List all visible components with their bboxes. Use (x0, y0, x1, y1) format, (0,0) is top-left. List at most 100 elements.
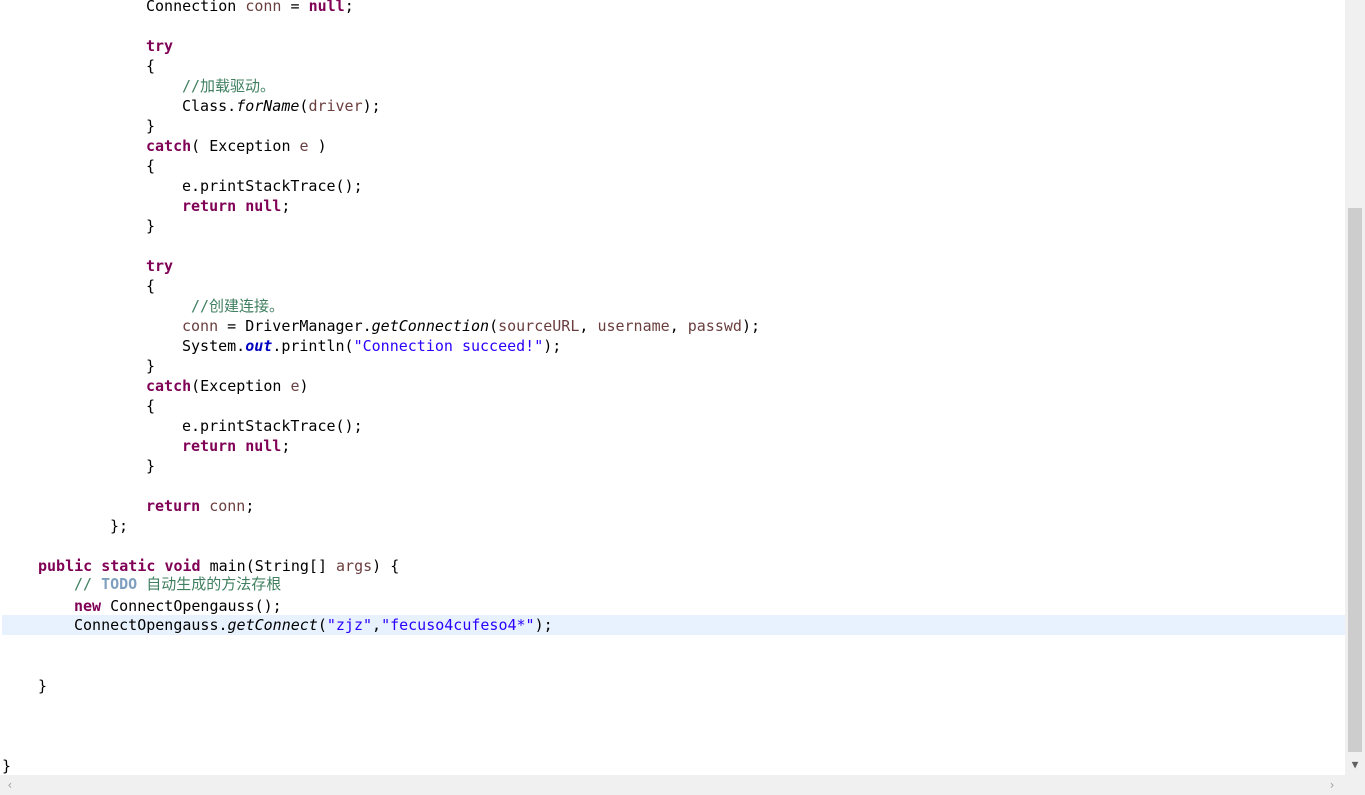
code-line: System.out.println("Connection succeed!"… (2, 336, 1345, 356)
code-token: ( (317, 616, 327, 634)
code-line: // TODO 自动生成的方法存根 (2, 574, 1345, 594)
code-line: } (2, 456, 1345, 476)
code-token: { (146, 157, 156, 175)
code-line: Connection conn = null; (2, 0, 1345, 16)
code-token: e (290, 377, 300, 395)
code-token: { (146, 397, 156, 415)
scrollbar-corner (1345, 775, 1365, 795)
code-token: args (336, 557, 373, 575)
code-token: catch (146, 137, 192, 155)
code-editor[interactable]: Connection conn = null; try { //加载驱动。 Cl… (0, 0, 1345, 775)
code-line: { (2, 276, 1345, 296)
code-token: e.printStackTrace(); (182, 177, 363, 195)
code-token: sourceURL (498, 317, 580, 335)
code-token: ; (344, 0, 354, 15)
code-token: ConnectOpengauss. (74, 616, 228, 634)
code-token: , (669, 317, 688, 335)
code-token: new (74, 597, 102, 615)
code-line: { (2, 396, 1345, 416)
code-token: .println( (272, 337, 354, 355)
code-token: ; (245, 497, 255, 515)
code-token: , (372, 616, 382, 634)
code-line: } (2, 116, 1345, 136)
code-token: main(String[] (200, 557, 337, 575)
code-token: } (146, 217, 156, 235)
code-token: conn (245, 0, 282, 15)
code-token: = (281, 0, 309, 15)
code-comment: //加载驱动。 (182, 77, 276, 95)
code-token: null (308, 0, 345, 15)
code-token: return (146, 497, 201, 515)
code-token: public (38, 557, 93, 575)
code-line: Class.forName(driver); (2, 96, 1345, 116)
code-token: ( (489, 317, 499, 335)
code-token: ); (741, 317, 760, 335)
code-token: ; (281, 437, 291, 455)
code-token: username (597, 317, 670, 335)
code-line: catch( Exception e ) (2, 136, 1345, 156)
code-line: //创建连接。 (2, 296, 1345, 316)
scroll-left-arrow-icon[interactable]: ‹ (0, 775, 20, 795)
code-token: }; (110, 517, 129, 535)
code-comment: 自动生成的方法存根 (137, 575, 282, 593)
scroll-down-arrow-icon[interactable]: ▼ (1345, 755, 1365, 773)
code-token: { (146, 57, 156, 75)
code-token: (Exception (191, 377, 291, 395)
code-token: driver (308, 97, 363, 115)
code-line: catch(Exception e) (2, 376, 1345, 396)
code-line: { (2, 156, 1345, 176)
current-line[interactable]: ConnectOpengauss.getConnect("zjz","fecus… (2, 615, 1345, 635)
code-string: "zjz" (326, 616, 373, 634)
code-line: } (2, 676, 1345, 696)
code-token: out (245, 337, 273, 355)
code-line: } (2, 756, 1345, 775)
code-token: getConnection (371, 317, 490, 335)
code-token: conn (182, 317, 219, 335)
code-token: { (146, 277, 156, 295)
vertical-scroll-thumb[interactable] (1348, 208, 1362, 752)
code-line: try (2, 36, 1345, 56)
code-token: System. (182, 337, 246, 355)
code-line: e.printStackTrace(); (2, 416, 1345, 436)
code-token: Class. (182, 97, 237, 115)
code-token: ; (281, 197, 291, 215)
code-token: conn (209, 497, 246, 515)
code-line: public static void main(String[] args) { (2, 556, 1345, 576)
code-token: null (245, 197, 282, 215)
code-token: ) { (372, 557, 400, 575)
code-token: = DriverManager. (218, 317, 372, 335)
code-token: void (164, 557, 201, 575)
code-line: return null; (2, 436, 1345, 456)
code-token: ( Exception (191, 137, 300, 155)
code-string: "fecuso4cufeso4*" (381, 616, 535, 634)
code-line: { (2, 56, 1345, 76)
code-token: return (182, 437, 237, 455)
code-line: } (2, 216, 1345, 236)
code-token: ) (299, 377, 309, 395)
scroll-right-arrow-icon[interactable]: › (1322, 775, 1342, 795)
code-token: ); (362, 97, 381, 115)
code-token: ); (543, 337, 562, 355)
code-line: return conn; (2, 496, 1345, 516)
code-string: "Connection succeed!" (353, 337, 544, 355)
code-token: e (299, 137, 309, 155)
code-token: } (146, 117, 156, 135)
code-line: conn = DriverManager.getConnection(sourc… (2, 316, 1345, 336)
code-line: e.printStackTrace(); (2, 176, 1345, 196)
code-line: //加载驱动。 (2, 76, 1345, 96)
horizontal-scrollbar[interactable]: ‹ › (0, 775, 1345, 795)
code-token: ConnectOpengauss(); (101, 597, 282, 615)
todo-tag: TODO (101, 575, 138, 593)
code-line: }; (2, 516, 1345, 536)
code-token: return (182, 197, 237, 215)
code-token: passwd (687, 317, 742, 335)
code-token: getConnect (227, 616, 318, 634)
code-line: try (2, 256, 1345, 276)
vertical-scrollbar[interactable]: ▼ (1345, 0, 1365, 775)
code-token: } (38, 677, 48, 695)
code-token: ); (534, 616, 553, 634)
code-line: } (2, 356, 1345, 376)
